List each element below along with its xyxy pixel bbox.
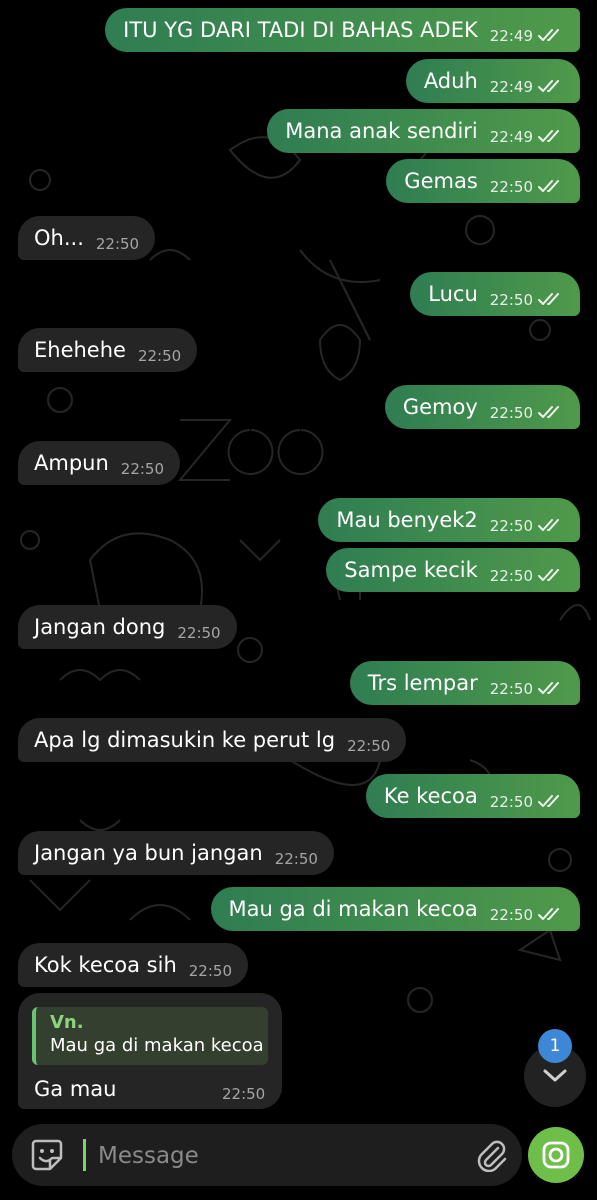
double-check-icon bbox=[538, 406, 559, 418]
message-meta: 22:50 bbox=[490, 567, 564, 585]
message-time: 22:49 bbox=[489, 78, 533, 96]
outgoing-message[interactable]: ITU YG DARI TADI DI BAHAS ADEK 22:49 bbox=[105, 8, 580, 52]
incoming-message[interactable]: Jangan ya bun jangan 22:50 bbox=[18, 831, 334, 875]
unread-count-badge: 1 bbox=[538, 1029, 572, 1063]
outgoing-message[interactable]: Gemoy 22:50 bbox=[384, 385, 580, 429]
incoming-message[interactable]: Jangan dong 22:50 bbox=[18, 605, 237, 649]
message-text: Mau benyek2 bbox=[336, 508, 478, 532]
double-check-icon bbox=[538, 908, 559, 920]
message-meta: 22:50 bbox=[347, 737, 390, 755]
outgoing-message[interactable]: Mau benyek2 22:50 bbox=[318, 498, 580, 542]
message-text: Gemoy bbox=[402, 395, 478, 419]
incoming-message[interactable]: Apa lg dimasukin ke perut lg 22:50 bbox=[18, 718, 407, 762]
double-check-icon bbox=[538, 519, 559, 531]
text-caret bbox=[83, 1139, 86, 1171]
outgoing-message[interactable]: Ke kecoa 22:50 bbox=[365, 774, 580, 818]
message-time: 22:50 bbox=[489, 567, 533, 585]
paperclip-icon[interactable] bbox=[474, 1138, 508, 1172]
outgoing-message[interactable]: Mau ga di makan kecoa 22:50 bbox=[210, 887, 580, 931]
chat-message-list[interactable]: ITU YG DARI TADI DI BAHAS ADEK 22:49 Aduh 2… bbox=[0, 0, 597, 1120]
quoted-message[interactable]: Vn. Mau ga di makan kecoa bbox=[32, 1007, 268, 1065]
message-time: 22:50 bbox=[489, 178, 533, 196]
message-time: 22:50 bbox=[274, 850, 318, 868]
outgoing-message[interactable]: Gemas 22:50 bbox=[386, 159, 580, 203]
message-time: 22:50 bbox=[188, 962, 232, 980]
message-text: Trs lempar bbox=[367, 671, 478, 695]
message-time: 22:50 bbox=[489, 793, 533, 811]
message-text: ITU YG DARI TADI DI BAHAS ADEK bbox=[123, 18, 478, 42]
message-meta: 22:50 bbox=[490, 906, 564, 924]
message-time: 22:50 bbox=[120, 460, 165, 478]
message-text: Lucu bbox=[428, 282, 478, 306]
message-time: 22:50 bbox=[489, 291, 533, 309]
message-meta: 22:49 bbox=[490, 27, 564, 45]
message-meta: 22:50 bbox=[177, 624, 220, 642]
message-time: 22:50 bbox=[95, 235, 140, 253]
message-text: Ehehehe bbox=[34, 338, 126, 362]
outgoing-message[interactable]: Lucu 22:50 bbox=[410, 272, 580, 316]
outgoing-message[interactable]: Trs lempar 22:50 bbox=[349, 661, 580, 705]
reply-text: Ga mau bbox=[34, 1077, 117, 1101]
camera-button[interactable] bbox=[528, 1127, 584, 1183]
message-meta: 22:50 bbox=[96, 235, 139, 253]
double-check-icon bbox=[538, 795, 559, 807]
double-check-icon bbox=[538, 293, 559, 305]
double-check-icon bbox=[538, 682, 559, 694]
incoming-reply-bubble[interactable]: Vn. Mau ga di makan kecoa Ga mau 22:50 bbox=[18, 993, 282, 1109]
message-text: Jangan ya bun jangan bbox=[34, 841, 263, 865]
message-text: Ke kecoa bbox=[383, 784, 478, 808]
message-meta: 22:50 bbox=[275, 850, 318, 868]
message-meta: 22:49 bbox=[490, 78, 564, 96]
message-meta: 22:50 bbox=[138, 347, 181, 365]
message-text: Mau ga di makan kecoa bbox=[228, 897, 478, 921]
message-time: 22:50 bbox=[177, 624, 221, 642]
message-meta: 22:49 bbox=[490, 128, 564, 146]
chevron-down-icon bbox=[543, 1069, 567, 1082]
message-text: Kok kecoa sih bbox=[34, 953, 177, 977]
quoted-text: Mau ga di makan kecoa bbox=[50, 1035, 264, 1056]
double-check-icon bbox=[538, 130, 559, 142]
incoming-message[interactable]: Ehehehe 22:50 bbox=[18, 328, 198, 372]
message-text: Mana anak sendiri bbox=[285, 119, 478, 143]
message-input[interactable] bbox=[96, 1132, 460, 1180]
message-text: Ampun bbox=[34, 451, 109, 475]
message-text: Sampe kecik bbox=[344, 558, 478, 582]
message-time: 22:49 bbox=[489, 128, 533, 146]
outgoing-message[interactable]: Sampe kecik 22:50 bbox=[326, 548, 580, 592]
camera-icon bbox=[542, 1141, 570, 1169]
message-meta: 22:50 bbox=[121, 460, 164, 478]
message-meta: 22:50 bbox=[490, 178, 564, 196]
message-composer bbox=[12, 1124, 522, 1186]
incoming-message[interactable]: Ampun 22:50 bbox=[18, 441, 181, 485]
quoted-author: Vn. bbox=[50, 1012, 84, 1033]
double-check-icon bbox=[538, 29, 559, 41]
incoming-message[interactable]: Kok kecoa sih 22:50 bbox=[18, 943, 248, 987]
message-time: 22:50 bbox=[137, 347, 182, 365]
message-text: Jangan dong bbox=[34, 615, 166, 639]
message-text: Gemas bbox=[404, 169, 478, 193]
message-text: Oh... bbox=[34, 226, 84, 250]
outgoing-message[interactable]: Mana anak sendiri 22:49 bbox=[267, 109, 580, 153]
message-meta: 22:50 bbox=[189, 962, 232, 980]
message-time: 22:50 bbox=[489, 906, 533, 924]
reply-time: 22:50 bbox=[222, 1085, 266, 1103]
message-meta: 22:50 bbox=[490, 404, 564, 422]
message-time: 22:49 bbox=[489, 27, 533, 45]
message-time: 22:50 bbox=[489, 680, 533, 698]
double-check-icon bbox=[538, 80, 559, 92]
double-check-icon bbox=[538, 569, 559, 581]
outgoing-message[interactable]: Aduh 22:49 bbox=[405, 59, 580, 103]
message-text: Aduh bbox=[423, 69, 478, 93]
message-meta: 22:50 bbox=[490, 680, 564, 698]
message-time: 22:50 bbox=[489, 517, 533, 535]
message-time: 22:50 bbox=[489, 404, 533, 422]
double-check-icon bbox=[538, 180, 559, 192]
message-text: Apa lg dimasukin ke perut lg bbox=[34, 728, 336, 752]
sticker-icon[interactable] bbox=[30, 1138, 64, 1172]
incoming-message[interactable]: Oh... 22:50 bbox=[18, 216, 156, 260]
message-meta: 22:50 bbox=[490, 517, 564, 535]
message-meta: 22:50 bbox=[490, 291, 564, 309]
message-meta: 22:50 bbox=[490, 793, 564, 811]
message-time: 22:50 bbox=[347, 737, 391, 755]
